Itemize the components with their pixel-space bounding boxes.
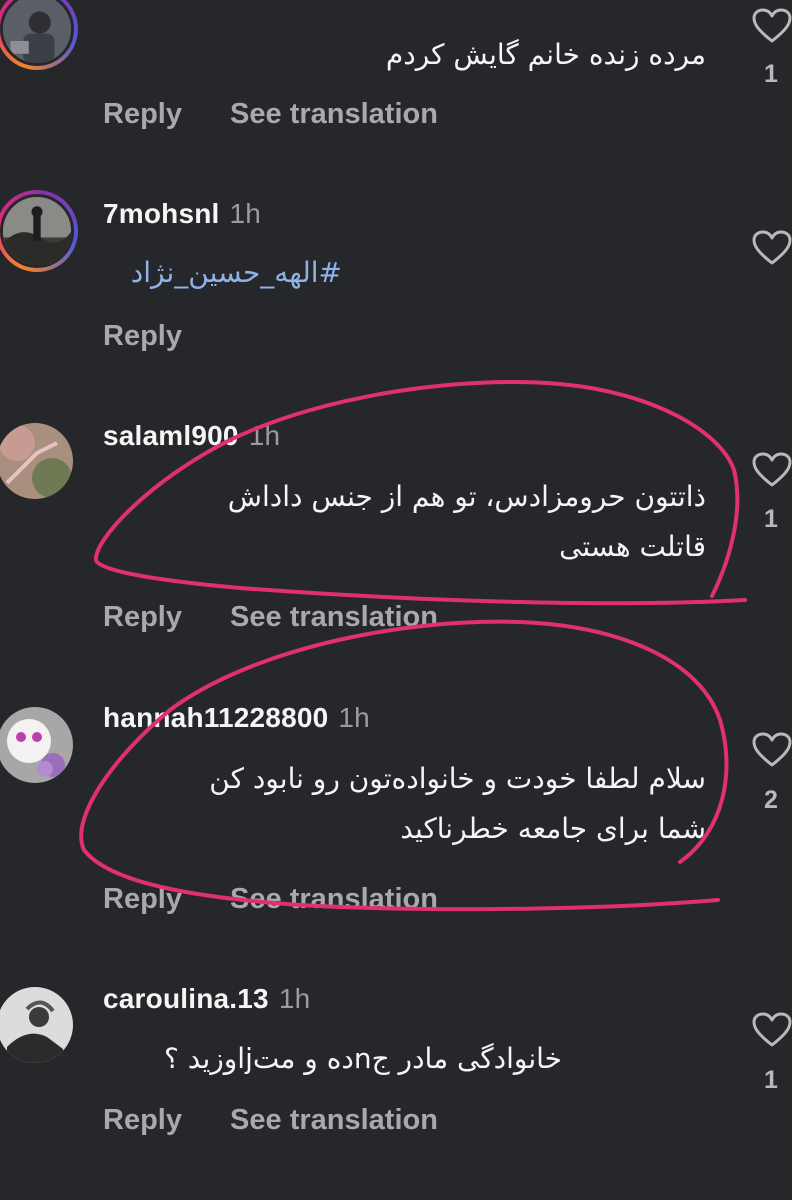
reply-button[interactable]: Reply — [103, 320, 182, 353]
comment-line: سلام لطفا خودت و خانوادەتون رو نابود کن — [209, 762, 706, 795]
username[interactable]: caroulina.13 1h — [103, 983, 310, 1015]
like-button[interactable] — [752, 8, 792, 44]
timestamp: 1h — [278, 983, 311, 1014]
like-button[interactable] — [752, 230, 792, 266]
avatar[interactable] — [0, 423, 73, 499]
reply-button[interactable]: Reply — [103, 601, 182, 634]
comment-actions: Reply — [103, 320, 182, 353]
username[interactable]: salaml900 1h — [103, 420, 280, 452]
hashtag-link[interactable]: #الهه_حسین_نژاد — [131, 248, 342, 298]
annotation-overlay — [79, 380, 747, 912]
username-text[interactable]: hannah11228800 — [103, 702, 328, 733]
heart-icon — [752, 452, 792, 487]
comment-line: قاتلت هستی — [559, 530, 706, 563]
see-translation-button[interactable]: See translation — [230, 883, 438, 916]
avatar[interactable] — [0, 0, 74, 66]
comment-actions: Reply See translation — [103, 601, 438, 634]
avatar-ring[interactable] — [0, 190, 78, 272]
reply-button[interactable]: Reply — [103, 98, 182, 131]
comment-actions: Reply See translation — [103, 98, 438, 131]
reply-button[interactable]: Reply — [103, 883, 182, 916]
heart-icon — [752, 8, 792, 43]
username[interactable]: hannah11228800 1h — [103, 702, 370, 734]
heart-icon — [752, 230, 792, 265]
avatar[interactable] — [0, 194, 74, 268]
like-count: 1 — [764, 1066, 778, 1094]
reply-button[interactable]: Reply — [103, 1104, 182, 1137]
heart-icon — [752, 1012, 792, 1047]
username-text[interactable]: 7mohsnl — [103, 198, 220, 229]
comment-text: ذاتتون حرومزادس، تو هم از جنس داداش قاتل… — [228, 472, 706, 572]
timestamp: 1h — [338, 702, 370, 733]
avatar-ring[interactable] — [0, 0, 78, 70]
like-button[interactable] — [752, 452, 792, 488]
see-translation-button[interactable]: See translation — [230, 1104, 438, 1137]
timestamp: 1h — [248, 420, 281, 451]
avatar[interactable] — [0, 987, 73, 1063]
comment-actions: Reply See translation — [103, 883, 438, 916]
like-count: 1 — [764, 60, 778, 88]
comment-actions: Reply See translation — [103, 1104, 438, 1137]
like-count: 1 — [764, 505, 778, 533]
comment-text: خانوادگی مادر جnده و متjاوزید ؟ — [164, 1042, 562, 1075]
timestamp: 1h — [229, 198, 262, 229]
avatar[interactable] — [0, 707, 73, 783]
like-count: 2 — [764, 786, 778, 814]
comment-text: مرده زنده خانم گایش کردم — [385, 38, 706, 71]
like-button[interactable] — [752, 1012, 792, 1048]
comment-line: ذاتتون حرومزادس، تو هم از جنس داداش — [227, 480, 706, 513]
username[interactable]: 7mohsnl 1h — [103, 198, 261, 230]
comment-line: شما برای جامعه خطرناکید — [400, 812, 706, 845]
heart-icon — [752, 732, 792, 767]
comment-text: سلام لطفا خودت و خانوادەتون رو نابود کن … — [209, 754, 706, 854]
username-text[interactable]: caroulina.13 — [103, 983, 269, 1014]
see-translation-button[interactable]: See translation — [230, 601, 438, 634]
username-text[interactable]: salaml900 — [103, 420, 239, 451]
like-button[interactable] — [752, 732, 792, 768]
see-translation-button[interactable]: See translation — [230, 98, 438, 131]
